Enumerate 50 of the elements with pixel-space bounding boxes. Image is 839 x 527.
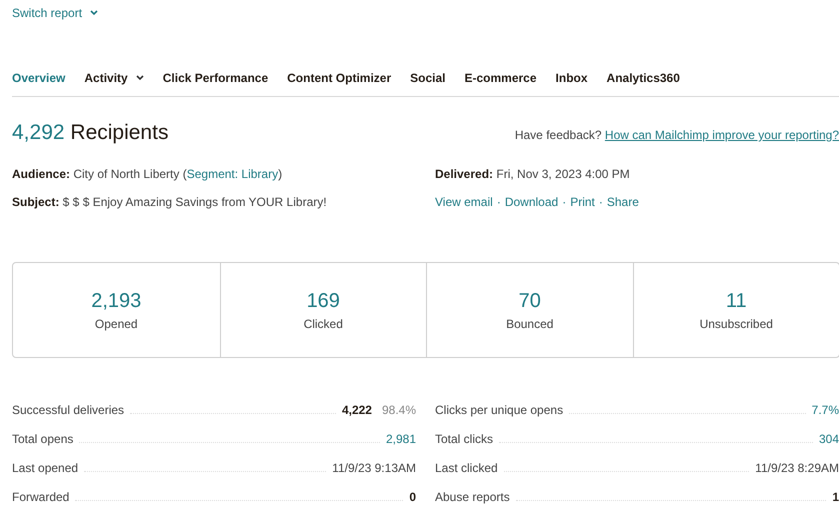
stat-label: Clicked	[304, 316, 343, 330]
tab[interactable]: E-commerce	[464, 71, 537, 85]
stat-value: 0	[409, 490, 416, 504]
stat-value[interactable]: 7.7%	[812, 403, 839, 417]
subject-text: Subject: $ $ $ Enjoy Amazing Savings from YOUR Library!	[12, 195, 328, 209]
action-link[interactable]: Share	[606, 195, 639, 209]
stat-label: Total clicks	[435, 432, 494, 446]
action-link[interactable]: Download	[504, 195, 558, 209]
delivered-text: Delivered: Fri, Nov 3, 2023 4:00 PM	[435, 167, 631, 181]
stat-label: Successful deliveries	[12, 403, 124, 417]
stat-value[interactable]: 304	[818, 432, 839, 446]
caret-icon	[90, 10, 98, 16]
stat-label: Abuse reports	[435, 490, 510, 504]
separator: ·	[562, 195, 566, 209]
stat-value: 11	[726, 290, 747, 312]
stat-label: Bounced	[506, 316, 554, 330]
stat-label: Clicks per unique opens	[435, 403, 564, 417]
recipients-heading: 4,292 Recipients	[12, 121, 168, 145]
stat-value: 1	[832, 490, 839, 504]
tab[interactable]: Content Optimizer	[287, 71, 392, 85]
audience-text: Audience: City of North Liberty (Segment: Library)	[12, 167, 284, 181]
separator: ·	[598, 195, 603, 209]
action-link[interactable]: Print	[570, 195, 595, 209]
stat-value: 70	[518, 290, 541, 312]
stat-value: 169	[306, 290, 340, 312]
stat-label: Total opens	[12, 432, 74, 446]
feedback-text: Have feedback? How can Mailchimp improve your reporting?	[514, 128, 839, 142]
stat-label: Forwarded	[12, 490, 70, 504]
switch-report-dropdown[interactable]: Switch report	[12, 5, 98, 21]
action-link[interactable]: View email	[435, 195, 493, 209]
stat-value: 4,222	[342, 403, 372, 417]
stat-label: Last opened	[12, 461, 78, 475]
tab[interactable]: Social	[410, 71, 446, 85]
tab[interactable]: Overview	[12, 71, 66, 85]
stat-value: 11/9/23 8:29AM	[755, 461, 839, 475]
tab[interactable]: Analytics360	[606, 71, 680, 85]
feedback-link[interactable]: How can Mailchimp improve your reporting?	[604, 128, 839, 142]
stat-label: Last clicked	[435, 461, 498, 475]
tab[interactable]: Inbox	[556, 71, 588, 85]
stat-percent: 98.4%	[382, 403, 416, 417]
segment-link[interactable]: Segment: Library	[186, 167, 278, 181]
separator: ·	[496, 195, 501, 209]
stat-value[interactable]: 2,981	[386, 432, 416, 446]
caret-icon	[136, 75, 144, 81]
tab[interactable]: Click Performance	[162, 71, 268, 85]
stat-value: 2,193	[91, 290, 142, 312]
stat-value: 11/9/23 9:13AM	[332, 461, 416, 475]
stat-label: Opened	[94, 316, 138, 330]
tab[interactable]: Activity	[84, 71, 144, 85]
stat-label: Unsubscribed	[700, 316, 773, 330]
